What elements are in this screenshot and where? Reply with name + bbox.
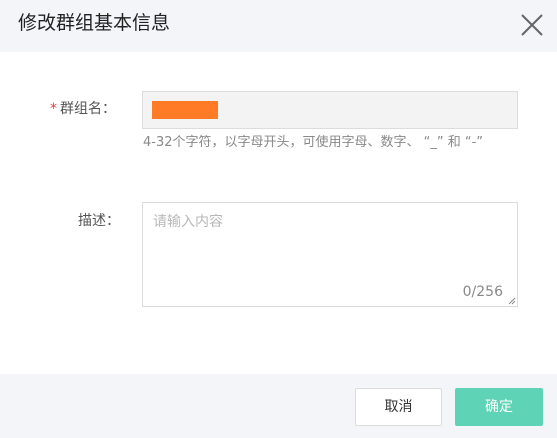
edit-group-dialog: 修改群组基本信息 * 群组名： 4-32个字符，以字母开头，可使用字母、数字、 “… bbox=[0, 0, 557, 438]
close-icon bbox=[521, 14, 543, 36]
group-name-value bbox=[152, 101, 218, 119]
group-name-hint: 4-32个字符，以字母开头，可使用字母、数字、 “_” 和 “-” bbox=[143, 135, 484, 150]
confirm-button[interactable]: 确定 bbox=[455, 388, 543, 426]
dialog-header: 修改群组基本信息 bbox=[0, 0, 557, 52]
description-textarea[interactable]: 请输入内容 0/256 bbox=[142, 202, 518, 307]
dialog-footer: 取消 确定 bbox=[0, 374, 557, 438]
group-name-label-text: 群组名： bbox=[60, 101, 116, 117]
close-button[interactable] bbox=[518, 11, 546, 39]
character-counter: 0/256 bbox=[462, 284, 503, 300]
description-label: 描述： bbox=[78, 213, 120, 229]
description-placeholder: 请输入内容 bbox=[153, 214, 223, 230]
required-mark: * bbox=[50, 101, 57, 117]
group-name-input[interactable] bbox=[142, 91, 518, 129]
cancel-button[interactable]: 取消 bbox=[355, 388, 442, 426]
resize-handle-icon[interactable] bbox=[508, 297, 516, 305]
dialog-title: 修改群组基本信息 bbox=[18, 12, 171, 34]
group-name-label: * 群组名： bbox=[50, 99, 116, 119]
